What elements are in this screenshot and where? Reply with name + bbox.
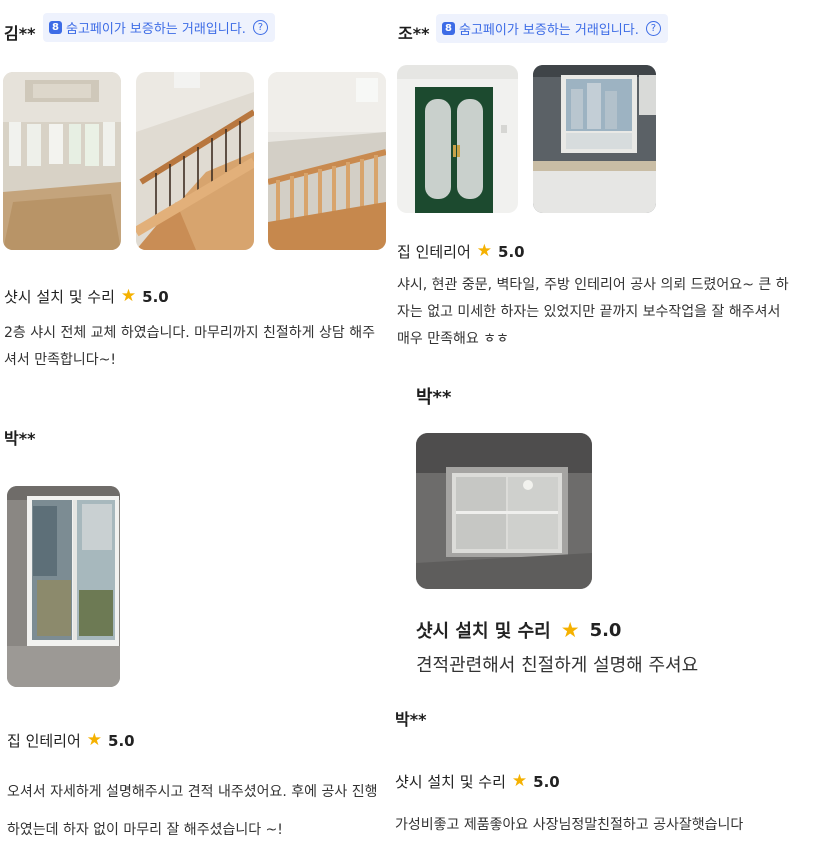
badge-label: 숨고페이가 보증하는 거래입니다. [459, 23, 639, 38]
service-rating-row: 집 인테리어 ★ 5.0 [7, 730, 135, 751]
rating-value: 5.0 [142, 287, 169, 306]
review-text: 2층 샤시 전체 교체 하였습니다. 마무리까지 친절하게 상담 해주셔서 만족… [4, 325, 375, 368]
help-icon[interactable]: ? [645, 21, 661, 36]
service-rating-row: 샷시 설치 및 수리 ★ 5.0 [4, 286, 169, 307]
reviewer-name: 박** [4, 429, 36, 448]
soomgo-pay-badge[interactable]: 8 숨고페이가 보증하는 거래입니다. ? [43, 13, 275, 42]
review-text: 견적관련해서 친절하게 설명해 주셔요 [416, 655, 699, 676]
service-name: 샷시 설치 및 수리 [395, 773, 506, 791]
star-icon: ★ [120, 286, 137, 306]
reviewer-name: 박** [395, 710, 427, 729]
review-photo-white-sash-window[interactable] [416, 433, 592, 589]
reviewer-name: 조** [398, 24, 430, 43]
review-text: 샤시, 현관 중문, 벽타일, 주방 인테리어 공사 의뢰 드렸어요~ 큰 하자… [397, 277, 789, 347]
rating-value: 5.0 [498, 242, 525, 261]
review-photo-bay-window-room[interactable] [3, 72, 121, 250]
service-rating-row: 샷시 설치 및 수리 ★ 5.0 [395, 771, 560, 792]
review-photo-sliding-balcony-window[interactable] [7, 486, 120, 687]
service-rating-row: 집 인테리어 ★ 5.0 [397, 241, 525, 262]
service-name: 샷시 설치 및 수리 [416, 621, 551, 642]
badge-label: 숨고페이가 보증하는 거래입니다. [66, 22, 246, 37]
star-icon: ★ [511, 771, 528, 791]
star-icon: ★ [86, 730, 103, 750]
rating-value: 5.0 [108, 731, 135, 750]
soomgo-pay-logo-icon: 8 [442, 22, 455, 35]
review-text: 가성비좋고 제품좋아요 사장님정말친절하고 공사잘햇습니다 [395, 817, 744, 833]
review-photo-green-entrance-door[interactable] [397, 65, 518, 213]
soomgo-pay-badge[interactable]: 8 숨고페이가 보증하는 거래입니다. ? [436, 14, 668, 43]
rating-value: 5.0 [533, 772, 560, 791]
soomgo-pay-logo-icon: 8 [49, 21, 62, 34]
star-icon: ★ [476, 241, 493, 261]
reviewer-name: 박** [416, 387, 452, 408]
star-icon: ★ [560, 617, 580, 642]
help-icon[interactable]: ? [252, 20, 268, 35]
review-photo-wooden-staircase[interactable] [136, 72, 254, 250]
review-photo-kitchen-window[interactable] [533, 65, 656, 213]
rating-value: 5.0 [589, 619, 622, 641]
service-name: 집 인테리어 [397, 243, 471, 261]
review-photo-upper-floor-railing[interactable] [268, 72, 386, 250]
review-text: 오셔서 자세하게 설명해주시고 견적 내주셨어요. 후에 공사 진행하였는데 하… [7, 784, 378, 838]
service-rating-row: 샷시 설치 및 수리 ★ 5.0 [416, 617, 621, 643]
reviewer-name: 김** [4, 24, 36, 43]
service-name: 샷시 설치 및 수리 [4, 288, 115, 306]
service-name: 집 인테리어 [7, 732, 81, 750]
